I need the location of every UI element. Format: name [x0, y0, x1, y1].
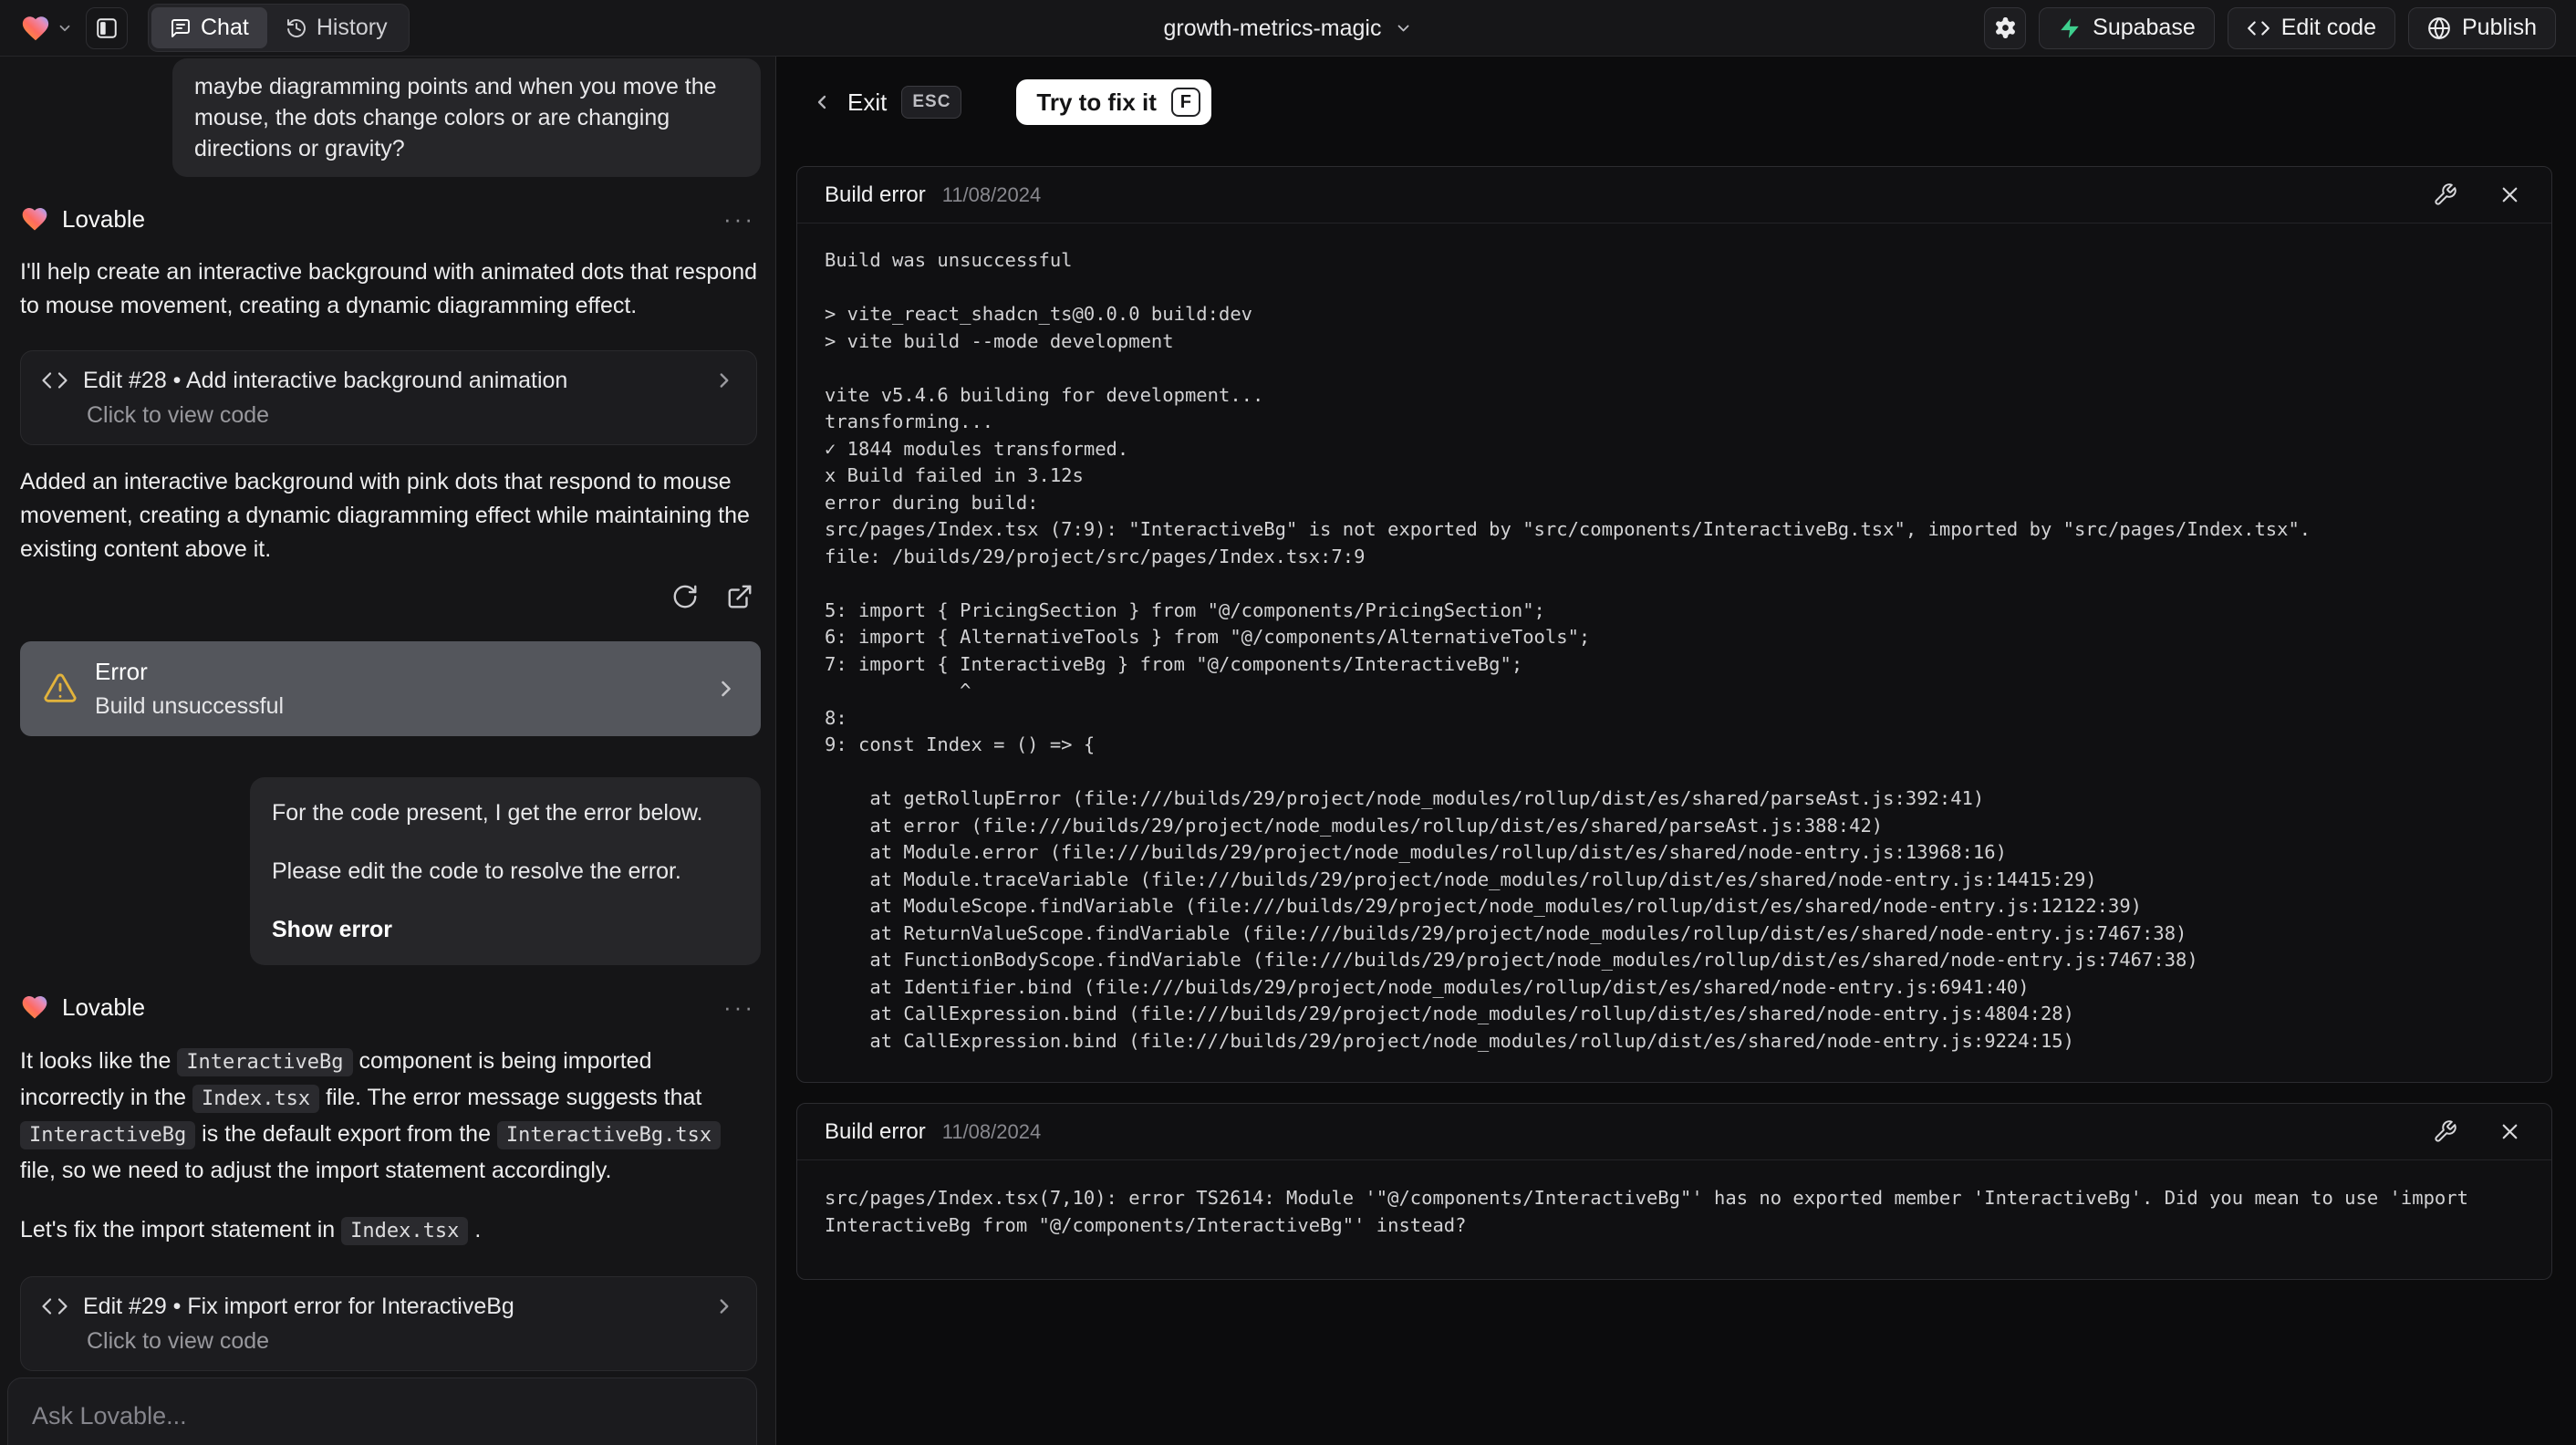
lovable-heart-icon: [20, 204, 49, 234]
supabase-icon: [2058, 16, 2082, 40]
tab-history-label: History: [316, 15, 388, 40]
build-error-panel-header: Build error 11/08/2024: [797, 167, 2551, 224]
error-card-title: Error: [95, 658, 148, 685]
project-switcher[interactable]: growth-metrics-magic: [1164, 0, 1413, 57]
fix-error-button[interactable]: [2431, 1118, 2459, 1146]
external-link-icon: [726, 583, 753, 610]
code-icon: [41, 1293, 68, 1320]
lovable-heart-icon: [20, 993, 49, 1022]
supabase-label: Supabase: [2093, 15, 2196, 40]
close-panel-button[interactable]: [2496, 181, 2524, 209]
assistant-text: Added an interactive background with pin…: [20, 469, 750, 562]
panel-title: Build error: [825, 1118, 926, 1144]
user-message-bubble: maybe diagramming points and when you mo…: [172, 58, 761, 177]
tab-chat-label: Chat: [201, 15, 249, 40]
chat-history-switch: Chat History: [148, 4, 410, 52]
chevron-down-icon: [57, 20, 73, 36]
panel-left-icon: [95, 16, 119, 40]
show-error-link[interactable]: Show error: [272, 914, 739, 945]
panel-date: 11/08/2024: [941, 182, 1042, 206]
build-error-card[interactable]: Error Build unsuccessful: [20, 641, 761, 736]
esc-key-badge: ESC: [901, 86, 962, 119]
refresh-icon: [671, 583, 699, 610]
close-panel-button[interactable]: [2496, 1118, 2524, 1146]
tab-chat[interactable]: Chat: [151, 7, 267, 48]
gear-icon: [1993, 16, 2018, 40]
chevron-down-icon: [1394, 19, 1412, 37]
edit-card-subtitle: Click to view code: [87, 402, 270, 428]
build-error-panel-header: Build error 11/08/2024: [797, 1104, 2551, 1160]
chevron-left-icon: [811, 91, 833, 113]
overlay-header: Exit ESC Try to fix it F: [811, 79, 2552, 125]
wrench-icon: [2433, 1119, 2457, 1144]
try-to-fix-button[interactable]: Try to fix it F: [1016, 79, 1211, 125]
chat-input[interactable]: Ask Lovable...: [32, 1402, 732, 1430]
publish-label: Publish: [2462, 15, 2537, 40]
edit-card-29[interactable]: Edit #29 • Fix import error for Interact…: [20, 1276, 757, 1371]
sidebar-toggle-button[interactable]: [86, 6, 128, 49]
user-message-text: maybe diagramming points and when you mo…: [194, 74, 717, 161]
panel-title: Build error: [825, 182, 926, 207]
wrench-icon: [2433, 182, 2457, 207]
exit-button[interactable]: Exit ESC: [811, 86, 962, 119]
assistant-text: Let's fix the import statement in Index.…: [20, 1212, 759, 1249]
fix-error-button[interactable]: [2431, 181, 2459, 209]
close-icon: [2498, 182, 2522, 207]
chevron-right-icon: [713, 676, 739, 702]
supabase-button[interactable]: Supabase: [2039, 6, 2215, 49]
restore-version-button[interactable]: [670, 581, 701, 612]
build-log: src/pages/Index.tsx(7,10): error TS2614:…: [825, 1187, 2480, 1236]
assistant-text: It looks like the InteractiveBg componen…: [20, 1044, 759, 1189]
code-icon: [41, 367, 68, 394]
exit-label: Exit: [847, 88, 888, 116]
build-log: Build was unsuccessful > vite_react_shad…: [825, 249, 2311, 1052]
edit-card-subtitle: Click to view code: [87, 1328, 270, 1354]
edit-card-title: Edit #29 • Fix import error for Interact…: [83, 1293, 514, 1319]
chat-bubble-icon: [170, 17, 192, 39]
chat-panel: maybe diagramming points and when you mo…: [0, 57, 776, 1445]
chevron-right-icon: [712, 369, 736, 392]
tab-history[interactable]: History: [267, 7, 406, 48]
assistant-header: Lovable ···: [20, 991, 761, 1024]
chat-messages: maybe diagramming points and when you mo…: [0, 57, 775, 1371]
error-overlay: Exit ESC Try to fix it F Build error 11/…: [776, 57, 2576, 1445]
lovable-app: Chat History growth-metrics-magic Supaba…: [0, 0, 2576, 1445]
panel-date: 11/08/2024: [941, 1119, 1042, 1143]
history-icon: [286, 17, 307, 39]
chevron-right-icon: [712, 1294, 736, 1318]
project-name: growth-metrics-magic: [1163, 15, 1382, 41]
try-to-fix-label: Try to fix it: [1036, 88, 1157, 116]
edit-code-label: Edit code: [2280, 15, 2376, 40]
assistant-name: Lovable: [62, 204, 146, 233]
build-error-panel-2: Build error 11/08/2024 src/pages/Index.t…: [796, 1103, 2552, 1280]
assistant-text: I'll help create an interactive backgrou…: [20, 259, 758, 318]
user-message-text: For the code present, I get the error be…: [272, 800, 703, 826]
publish-button[interactable]: Publish: [2408, 6, 2556, 49]
top-bar: Chat History growth-metrics-magic Supaba…: [0, 0, 2576, 57]
close-icon: [2498, 1119, 2522, 1144]
build-error-panel-1: Build error 11/08/2024 Build was unsucce…: [796, 166, 2552, 1083]
assistant-name: Lovable: [62, 993, 146, 1021]
chat-composer[interactable]: Ask Lovable... Attach Select: [7, 1377, 757, 1445]
edit-code-button[interactable]: Edit code: [2227, 6, 2395, 49]
warning-triangle-icon: [42, 671, 78, 707]
edit-card-28[interactable]: Edit #28 • Add interactive background an…: [20, 350, 757, 445]
message-actions: [20, 581, 761, 612]
user-message-text: Please edit the code to resolve the erro…: [272, 858, 681, 884]
f-key-badge: F: [1170, 88, 1200, 117]
globe-icon: [2427, 16, 2451, 40]
error-card-subtitle: Build unsuccessful: [95, 693, 285, 719]
edit-card-title: Edit #28 • Add interactive background an…: [83, 367, 568, 393]
assistant-header: Lovable ···: [20, 203, 761, 235]
message-menu-button[interactable]: ···: [723, 205, 755, 234]
settings-button[interactable]: [1984, 6, 2027, 49]
message-menu-button[interactable]: ···: [723, 993, 755, 1022]
open-preview-button[interactable]: [724, 581, 755, 612]
lovable-logo-menu[interactable]: [20, 13, 73, 44]
lovable-heart-icon: [20, 13, 51, 44]
user-message-bubble: For the code present, I get the error be…: [250, 777, 761, 965]
code-icon: [2247, 16, 2270, 40]
